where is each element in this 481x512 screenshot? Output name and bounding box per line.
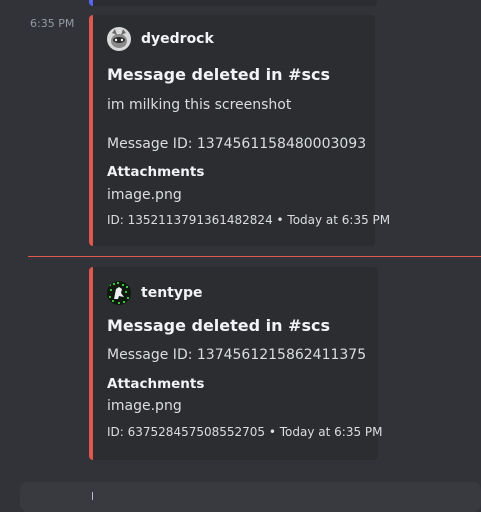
attachment-filename: image.png (107, 187, 182, 203)
author-name[interactable]: dyedrock (141, 31, 214, 47)
message-id-text: Message ID: 1374561215862411375 (107, 347, 367, 363)
new-messages-divider (28, 256, 481, 257)
text-caret (92, 492, 93, 500)
embed-footer: ID: 1352113791361482824 • Today at 6:35 … (107, 213, 391, 227)
deleted-message-embed: dyedrock Message deleted in #scs im milk… (89, 15, 390, 246)
message-timestamp[interactable]: 6:35 PM (30, 17, 74, 30)
deleted-message-content: im milking this screenshot (107, 97, 292, 113)
green-pixel-avatar-icon[interactable] (107, 281, 131, 305)
embed-author: dyedrock (107, 27, 214, 51)
message-composer[interactable] (20, 482, 481, 512)
embed-footer: ID: 637528457508552705 • Today at 6:35 P… (107, 425, 383, 439)
embed-author: tentype (107, 281, 203, 305)
message-id-text: Message ID: 1374561158480003093 (107, 136, 367, 152)
attachment-filename: image.png (107, 398, 182, 414)
author-name[interactable]: tentype (141, 285, 203, 301)
previous-embed-edge (89, 0, 377, 6)
embed-title: Message deleted in #scs (107, 65, 331, 84)
raccoon-avatar-icon[interactable] (107, 27, 131, 51)
embed-title: Message deleted in #scs (107, 316, 331, 335)
attachments-field-name: Attachments (107, 164, 205, 180)
attachments-field-name: Attachments (107, 376, 205, 392)
deleted-message-embed: tentype Message deleted in #scs Message … (89, 267, 383, 460)
